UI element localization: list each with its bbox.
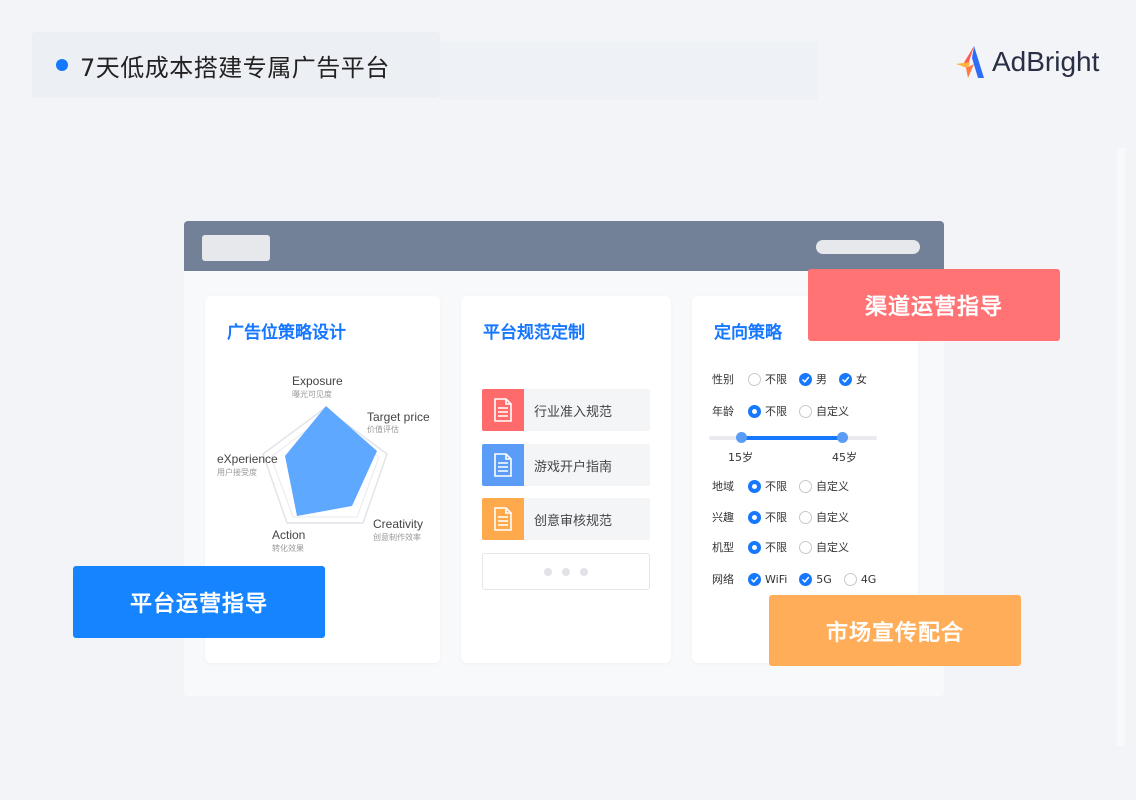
gender-opt-male[interactable]: 男 — [799, 371, 827, 387]
network-opt-wifi[interactable]: WiFi — [748, 572, 787, 586]
document-icon — [482, 444, 524, 486]
radar-sub-experience: 用户接受度 — [217, 468, 257, 477]
radar-sub-action: 转化效果 — [272, 544, 304, 553]
interest-row: 兴趣 不限 自定义 — [712, 509, 861, 525]
region-label: 地域 — [712, 480, 734, 493]
page-title-bar: 7天低成本搭建专属广告平台 — [32, 32, 818, 100]
radio-icon — [748, 479, 761, 493]
check-icon — [799, 572, 813, 586]
radio-icon — [799, 510, 812, 524]
age-slider-max-handle[interactable] — [837, 432, 848, 443]
radar-chart: Exposure 曝光可见度 Target price 价值评估 Creativ… — [205, 366, 440, 566]
age-min-label: 15岁 — [728, 451, 753, 464]
bullet-dot-icon — [56, 59, 68, 71]
ad-strategy-title: 广告位策略设计 — [227, 323, 346, 343]
network-row: 网络 WiFi 5G 4G — [712, 571, 888, 587]
device-label: 机型 — [712, 541, 734, 554]
radio-icon — [748, 540, 761, 554]
window-header — [184, 221, 944, 271]
doc-item-creative[interactable]: 创意审核规范 — [482, 498, 650, 540]
age-slider[interactable] — [709, 432, 877, 443]
adbright-logo-icon — [956, 46, 984, 78]
age-max-label: 45岁 — [832, 451, 857, 464]
window-header-button — [202, 235, 270, 261]
channel-ops-tag: 渠道运营指导 — [808, 269, 1060, 341]
gender-row: 性别 不限 男 女 — [712, 371, 879, 387]
age-slider-min-handle[interactable] — [736, 432, 747, 443]
radar-sub-target-price: 价值评估 — [367, 425, 399, 434]
radar-label-action: Action — [272, 528, 306, 542]
check-icon — [748, 572, 761, 586]
platform-spec-card: 平台规范定制 行业准入规范 游戏开户指南 创意审核规范 — [461, 296, 671, 663]
radio-icon — [748, 404, 761, 418]
more-button[interactable] — [482, 553, 650, 590]
age-row: 年龄 不限 自定义 — [712, 403, 861, 419]
age-label: 年龄 — [712, 405, 734, 418]
radar-label-exposure: Exposure — [292, 374, 343, 388]
gender-opt-any[interactable]: 不限 — [748, 371, 787, 387]
radio-icon — [799, 404, 812, 418]
more-dot-icon — [562, 567, 570, 576]
network-opt-5g[interactable]: 5G — [799, 572, 832, 586]
region-row: 地域 不限 自定义 — [712, 478, 861, 494]
window-header-pill — [816, 240, 920, 254]
doc-label: 游戏开户指南 — [534, 459, 613, 475]
region-opt-any[interactable]: 不限 — [748, 478, 787, 494]
radio-icon — [748, 372, 761, 386]
network-opt-4g[interactable]: 4G — [843, 572, 876, 586]
device-opt-any[interactable]: 不限 — [748, 539, 787, 555]
doc-label: 创意审核规范 — [534, 513, 613, 529]
platform-spec-title: 平台规范定制 — [483, 323, 585, 343]
device-row: 机型 不限 自定义 — [712, 539, 861, 555]
doc-label: 行业准入规范 — [534, 404, 613, 420]
brand-logo[interactable]: AdBright — [954, 44, 1099, 80]
age-opt-custom[interactable]: 自定义 — [799, 403, 849, 419]
gender-label: 性别 — [712, 373, 734, 386]
radar-sub-creativity: 创意制作效率 — [373, 533, 421, 542]
page-title: 7天低成本搭建专属广告平台 — [80, 53, 390, 82]
network-label: 网络 — [712, 573, 734, 586]
age-slider-fill — [741, 436, 842, 440]
radio-icon — [799, 540, 812, 554]
device-opt-custom[interactable]: 自定义 — [799, 539, 849, 555]
gender-opt-female[interactable]: 女 — [839, 371, 867, 387]
more-dot-icon — [544, 567, 552, 576]
radio-icon — [843, 572, 857, 586]
radio-icon — [748, 510, 761, 524]
interest-opt-any[interactable]: 不限 — [748, 509, 787, 525]
logo-text: AdBright — [992, 46, 1100, 77]
interest-label: 兴趣 — [712, 511, 734, 524]
doc-item-industry[interactable]: 行业准入规范 — [482, 389, 650, 431]
scrollbar-track — [1117, 148, 1125, 746]
radar-label-target-price: Target price — [367, 410, 430, 424]
platform-ops-tag: 平台运营指导 — [73, 566, 325, 638]
radar-sub-exposure: 曝光可见度 — [292, 390, 332, 399]
age-opt-any[interactable]: 不限 — [748, 403, 787, 419]
radar-label-experience: eXperience — [217, 452, 278, 466]
check-icon — [839, 372, 852, 386]
doc-item-game[interactable]: 游戏开户指南 — [482, 444, 650, 486]
check-icon — [799, 372, 812, 386]
region-opt-custom[interactable]: 自定义 — [799, 478, 849, 494]
targeting-title: 定向策略 — [714, 323, 782, 343]
market-promo-tag: 市场宣传配合 — [769, 595, 1021, 666]
radio-icon — [799, 479, 812, 493]
document-icon — [482, 389, 524, 431]
interest-opt-custom[interactable]: 自定义 — [799, 509, 849, 525]
document-icon — [482, 498, 524, 540]
radar-label-creativity: Creativity — [373, 517, 424, 531]
more-dot-icon — [580, 567, 588, 576]
